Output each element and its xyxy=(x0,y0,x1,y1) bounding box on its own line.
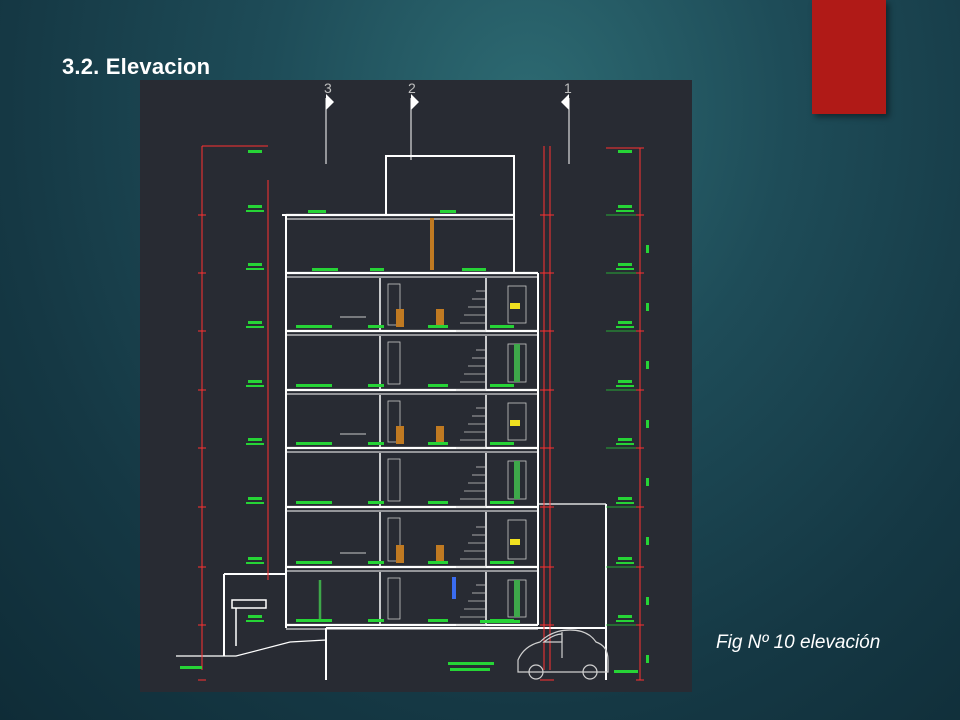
red-accent-tab xyxy=(812,0,886,114)
section-markers: 3 2 1 xyxy=(324,80,572,164)
slide-title: 3.2. Elevacion xyxy=(62,54,211,79)
section-marker-1: 1 xyxy=(564,80,572,96)
section-marker-2: 2 xyxy=(408,80,416,96)
figure-caption: Fig Nº 10 elevación xyxy=(716,632,881,653)
section-marker-3: 3 xyxy=(324,80,332,96)
level-labels xyxy=(180,150,649,673)
elevation-drawing: 3 2 1 xyxy=(140,80,692,692)
building-section xyxy=(176,155,607,680)
cad-section-svg: 3 2 1 xyxy=(176,80,649,681)
car-drawing xyxy=(517,629,609,680)
